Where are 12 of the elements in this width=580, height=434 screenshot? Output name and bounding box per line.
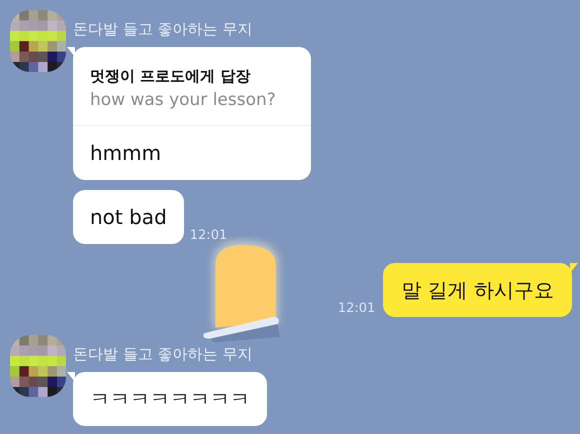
reply-title: 멋쟁이 프로도에게 답장 bbox=[90, 67, 252, 86]
message-text: hmmm bbox=[89, 140, 162, 167]
message-bubble[interactable]: 멋쟁이 프로도에게 답장 how was your lesson? hmmm bbox=[73, 47, 311, 180]
quoted-message: how was your lesson? bbox=[90, 90, 277, 110]
timestamp: 12:01 bbox=[338, 301, 376, 317]
message-bubble[interactable]: not bad bbox=[73, 190, 184, 244]
message-bubble[interactable]: 말 길게 하시구요 bbox=[383, 263, 572, 317]
sender-name: 돈다발 들고 좋아하는 무지 bbox=[73, 344, 252, 364]
bubble-tail bbox=[570, 263, 578, 273]
timestamp: 12:01 bbox=[190, 228, 228, 244]
sender-name: 돈다발 들고 좋아하는 무지 bbox=[73, 19, 252, 39]
message-bubble[interactable]: ㅋㅋㅋㅋㅋㅋㅋㅋ bbox=[73, 372, 267, 426]
